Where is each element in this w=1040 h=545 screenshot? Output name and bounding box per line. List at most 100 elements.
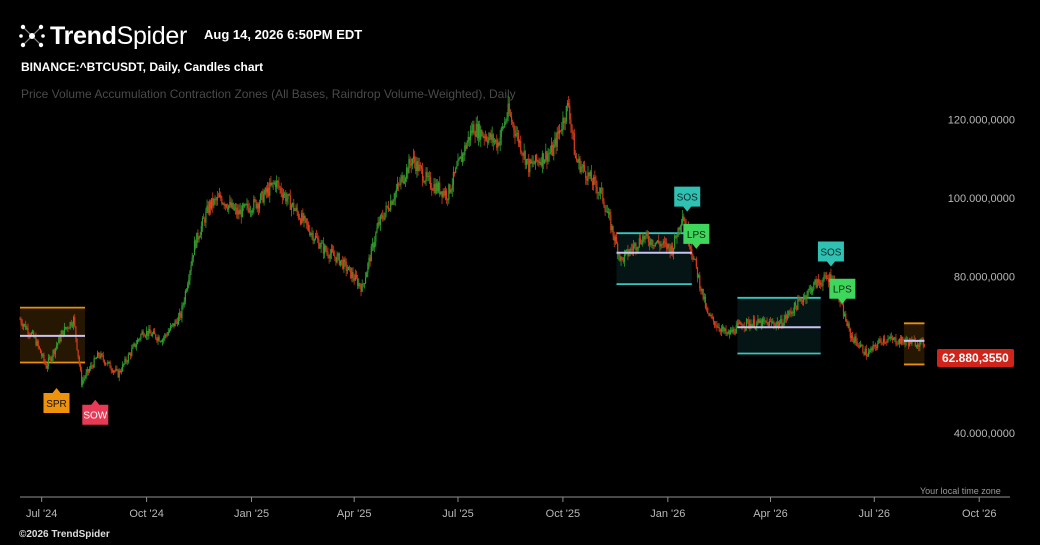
candle-body <box>692 254 694 260</box>
candle-body <box>763 318 765 322</box>
candle-body <box>457 159 459 166</box>
candle-body <box>647 236 650 243</box>
candle-body <box>682 216 684 224</box>
candle-body <box>147 330 149 336</box>
candle-body <box>224 204 226 206</box>
candle-body <box>758 319 760 323</box>
candle-body <box>518 140 521 143</box>
candle-body <box>268 187 270 196</box>
candle-body <box>690 247 692 249</box>
candle-body <box>602 187 604 202</box>
candle-body <box>277 180 279 183</box>
candle-body <box>109 361 111 369</box>
candle-body <box>810 287 813 293</box>
candle-body <box>578 158 580 163</box>
candle-body <box>130 353 132 356</box>
candle-body <box>374 241 376 248</box>
candle-body <box>719 329 721 332</box>
candle-body <box>228 205 230 210</box>
candle-body <box>757 319 759 323</box>
candle-body <box>507 103 509 118</box>
candle-body <box>380 215 383 217</box>
candle-body <box>472 124 474 133</box>
signal-sos[interactable]: SOS <box>674 186 701 212</box>
candle-body <box>712 316 715 322</box>
candle-body <box>358 283 360 287</box>
candle-body <box>98 352 100 356</box>
candle-body <box>31 331 34 333</box>
candle-body <box>661 244 663 246</box>
candle-body <box>66 327 68 329</box>
candle-body <box>59 337 61 342</box>
candle-body <box>396 183 399 190</box>
candle-body <box>254 199 256 201</box>
candle-body <box>866 355 869 357</box>
candle-body <box>869 350 871 353</box>
candle-body <box>889 336 891 339</box>
candle-body <box>520 140 522 152</box>
candle-body <box>314 235 317 240</box>
y-tick-label: 120.000,0000 <box>948 115 1015 127</box>
candle-body <box>439 182 441 195</box>
candle-body <box>196 232 198 248</box>
candle-body <box>168 330 171 332</box>
candle-body <box>459 156 461 159</box>
candle-body <box>173 323 175 327</box>
candle-body <box>415 162 417 172</box>
candle-body <box>252 210 254 213</box>
candle-body <box>888 338 890 340</box>
candle-body <box>444 190 447 196</box>
price-chart[interactable]: SPR SOW SOS LPS SOS LPS 120.000,0000 100.000,0… <box>0 0 1040 545</box>
candle-body <box>561 129 563 132</box>
candle-body <box>655 242 658 244</box>
candle-body <box>156 338 158 341</box>
signal-lps[interactable]: LPS <box>829 278 856 304</box>
x-tick-label: Jan '26 <box>650 508 685 520</box>
candle-body <box>420 166 423 169</box>
candle-body <box>392 201 394 205</box>
candle-body <box>341 259 343 261</box>
candle-body <box>183 301 185 305</box>
candle-body <box>915 346 918 348</box>
candle-body <box>364 277 367 284</box>
candle-body <box>237 210 239 215</box>
candle-body <box>842 304 845 317</box>
candle-body <box>79 364 82 371</box>
candle-body <box>448 184 450 200</box>
candle-body <box>260 194 262 203</box>
x-tick-label: Apr '26 <box>753 508 788 520</box>
candle-body <box>22 324 25 327</box>
x-tick-label: Apr '25 <box>337 508 372 520</box>
candle-body <box>772 322 774 324</box>
signal-sos[interactable]: SOS <box>817 241 844 267</box>
candle-body <box>236 207 238 215</box>
candle-body <box>508 103 510 114</box>
candle-body <box>623 253 626 262</box>
candle-body <box>375 232 377 242</box>
candle-body <box>180 312 182 319</box>
x-axis: Jul '24 Oct '24 Jan '25 Apr '25 Jul '25 Oct '… <box>26 497 996 520</box>
candle-body <box>820 282 822 285</box>
y-axis: 120.000,0000 100.000,0000 80.000,0000 40.00… <box>948 115 1015 440</box>
candle-body <box>127 354 129 362</box>
candle-body <box>120 370 123 373</box>
signal-sow[interactable]: SOW <box>82 399 109 425</box>
candle-body <box>570 119 572 125</box>
candle-body <box>800 298 802 301</box>
candle-body <box>881 342 883 344</box>
candle-body <box>167 331 169 336</box>
candle-body <box>189 271 191 280</box>
candle-body <box>450 189 452 193</box>
signal-spr[interactable]: SPR <box>43 387 70 413</box>
timezone-note[interactable]: Your local time zone <box>920 486 1001 496</box>
candle-body <box>131 348 133 356</box>
candle-body <box>891 338 894 340</box>
candle-body <box>821 284 823 286</box>
svg-text:LPS: LPS <box>687 230 706 241</box>
candle-body <box>781 318 783 327</box>
candle-body <box>622 257 624 262</box>
candle-body <box>294 209 296 211</box>
candle-body <box>679 226 681 231</box>
candle-body <box>823 274 825 281</box>
candle-body <box>855 336 857 342</box>
